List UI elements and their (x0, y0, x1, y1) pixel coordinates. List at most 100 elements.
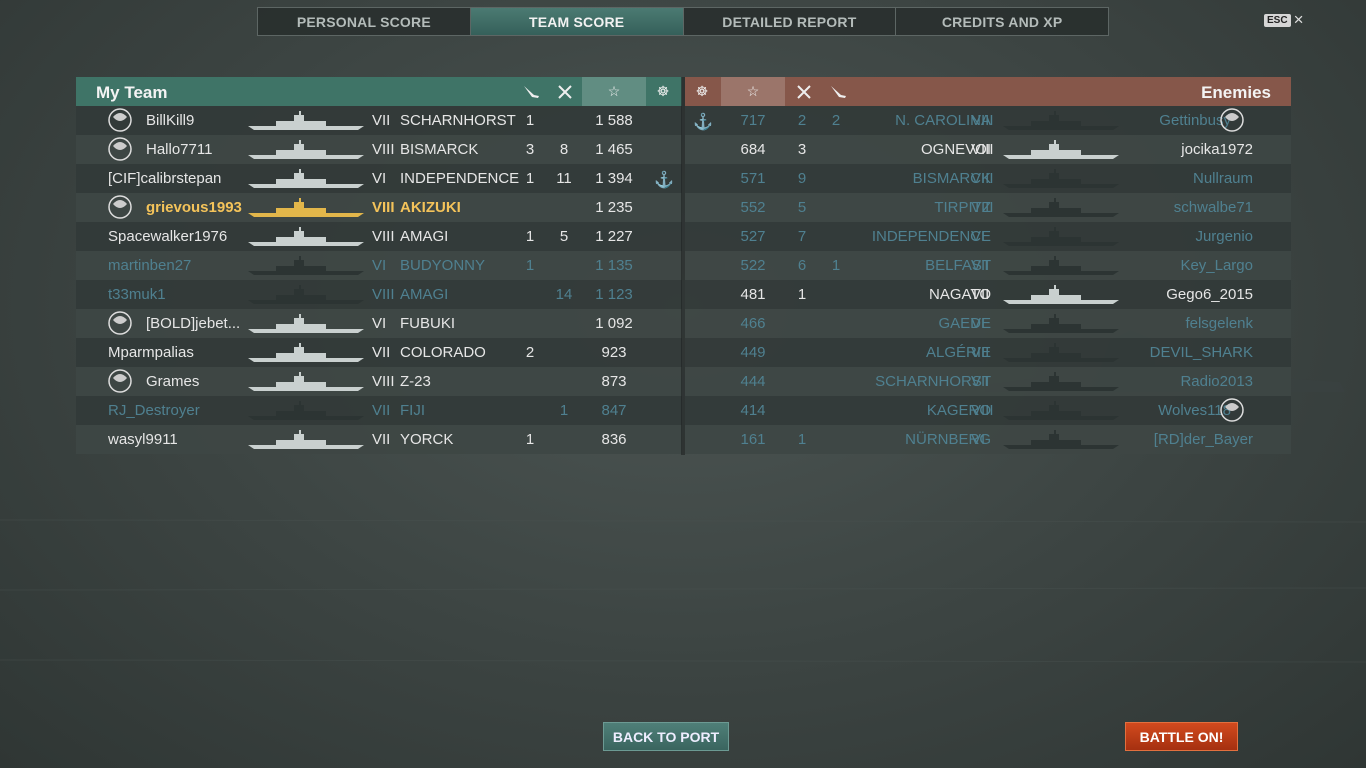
stat-torpedo: 2 (525, 344, 535, 361)
capture-icon[interactable]: ☸ (685, 77, 719, 106)
ship-tier: VII (372, 431, 391, 448)
ship-silhouette-icon (1001, 401, 1121, 421)
ship-tier: VIII (971, 141, 994, 158)
player-row[interactable]: [CIF]calibrstepan VI INDEPENDENCE 1 11 1 394 ⚓ (76, 164, 682, 193)
player-row[interactable]: 522 6 1 BELFAST VII Key_Largo (685, 251, 1291, 280)
rank-badge-icon (106, 136, 134, 163)
player-score: 1 092 (595, 315, 633, 332)
torpedo-icon[interactable] (821, 77, 855, 106)
player-name: t33muk1 (108, 286, 166, 303)
player-score: 873 (601, 373, 627, 390)
player-row[interactable]: 527 7 INDEPENDENCE VI Jurgenio (685, 222, 1291, 251)
battle-on-button[interactable]: BATTLE ON! (1125, 722, 1238, 751)
close-button[interactable]: ESC × (1264, 11, 1304, 28)
ship-silhouette-icon (246, 227, 366, 247)
ship-tier: VIII (372, 141, 395, 158)
stat-planes: 1 (797, 431, 807, 448)
tab-detailed-report[interactable]: DETAILED REPORT (684, 8, 897, 35)
ship-silhouette-icon (1001, 314, 1121, 334)
player-row[interactable]: 571 9 BISMARCK VIII Nullraum (685, 164, 1291, 193)
player-score: 449 (740, 344, 766, 361)
ship-silhouette-icon (1001, 285, 1121, 305)
stat-planes: 1 (559, 402, 569, 419)
ship-name: AMAGI (400, 228, 449, 245)
stat-torpedo: 1 (525, 228, 535, 245)
player-row[interactable]: 449 ALGÉRIE VII DEVIL_SHARK (685, 338, 1291, 367)
player-score: 1 465 (595, 141, 633, 158)
player-score: 1 135 (595, 257, 633, 274)
stat-planes: 14 (555, 286, 573, 303)
player-row[interactable]: Grames VIII Z-23 873 (76, 367, 682, 396)
player-row[interactable]: 552 5 TIRPITZ VIII schwalbe71 (685, 193, 1291, 222)
ship-silhouette-icon (1001, 169, 1121, 189)
capture-icon[interactable]: ☸ (646, 77, 680, 106)
player-row[interactable]: BillKill9 VII SCHARNHORST 1 1 588 (76, 106, 682, 135)
rank-badge-icon (1218, 397, 1246, 424)
back-to-port-button[interactable]: BACK TO PORT (603, 722, 729, 751)
player-name: [BOLD]jebet... (146, 315, 241, 332)
player-row[interactable]: wasyl9911 VII YORCK 1 836 (76, 425, 682, 454)
player-row[interactable]: t33muk1 VIII AMAGI 14 1 123 (76, 280, 682, 309)
ship-tier: VIII (372, 228, 395, 245)
stat-planes: 9 (797, 170, 807, 187)
ship-tier: VII (372, 112, 391, 129)
ship-silhouette-icon (1001, 256, 1121, 276)
player-row[interactable]: 684 3 OGNEVOI VIII jocika1972 (685, 135, 1291, 164)
my-team-title: My Team (96, 83, 168, 102)
stat-planes: 6 (797, 257, 807, 274)
star-icon[interactable]: ☆ (721, 77, 785, 106)
ship-silhouette-icon (1001, 198, 1121, 218)
tab-credits-and-xp[interactable]: CREDITS AND XP (896, 8, 1108, 35)
tab-team-score[interactable]: TEAM SCORE (470, 8, 684, 35)
player-row[interactable]: Hallo7711 VIII BISMARCK 3 8 1 465 (76, 135, 682, 164)
player-row[interactable]: Mparmpalias VII COLORADO 2 923 (76, 338, 682, 367)
crossed-planes-icon[interactable] (548, 77, 582, 106)
stat-planes: 7 (797, 228, 807, 245)
player-score: 836 (601, 431, 627, 448)
player-score: 847 (601, 402, 627, 419)
capture-anchor-icon: ⚓ (654, 172, 674, 189)
player-row[interactable]: ⚓ 717 2 2 N. CAROLINA VIII Gettinbusy (685, 106, 1291, 135)
torpedo-icon[interactable] (514, 77, 548, 106)
player-name: Key_Largo (1180, 257, 1253, 274)
enemies-header: ☸ ☆ Enemies (685, 77, 1291, 106)
player-row[interactable]: martinben27 VI BUDYONNY 1 1 135 (76, 251, 682, 280)
player-row[interactable]: grievous1993 VIII AKIZUKI 1 235 (76, 193, 682, 222)
ship-silhouette-icon (1001, 343, 1121, 363)
player-row[interactable]: 161 1 NÜRNBERG VI [RD]der_Bayer (685, 425, 1291, 454)
crossed-planes-icon[interactable] (787, 77, 821, 106)
ship-silhouette-icon (246, 256, 366, 276)
ship-tier: VII (971, 286, 990, 303)
star-icon[interactable]: ☆ (582, 77, 646, 106)
ship-tier: VII (971, 257, 990, 274)
enemy-rows: ⚓ 717 2 2 N. CAROLINA VIII Gettinbusy 684 3 OGNEV… (685, 106, 1291, 454)
ship-name: AKIZUKI (400, 199, 461, 216)
player-row[interactable]: 466 GAEDE VI felsgelenk (685, 309, 1291, 338)
my-team-rows: BillKill9 VII SCHARNHORST 1 1 588 Hallo7711 VI… (76, 106, 682, 454)
player-score: 1 588 (595, 112, 633, 129)
ship-name: FUBUKI (400, 315, 456, 332)
ship-tier: VIII (372, 286, 395, 303)
player-score: 1 227 (595, 228, 633, 245)
ship-silhouette-icon (246, 401, 366, 421)
player-score: 527 (740, 228, 766, 245)
player-row[interactable]: RJ_Destroyer VII FIJI 1 847 (76, 396, 682, 425)
player-row[interactable]: 481 1 NAGATO VII Gego6_2015 (685, 280, 1291, 309)
player-name: Gego6_2015 (1166, 286, 1253, 303)
ship-silhouette-icon (246, 111, 366, 131)
stat-torpedo: 3 (525, 141, 535, 158)
tab-personal-score[interactable]: PERSONAL SCORE (258, 8, 471, 35)
enemies-title: Enemies (1201, 83, 1271, 102)
ship-tier: VII (372, 402, 391, 419)
player-row[interactable]: 444 SCHARNHORST VII Radio2013 (685, 367, 1291, 396)
ship-tier: VI (971, 315, 986, 332)
player-name: RJ_Destroyer (108, 402, 200, 419)
ship-name: FIJI (400, 402, 425, 419)
ship-silhouette-icon (246, 169, 366, 189)
player-row[interactable]: [BOLD]jebet... VI FUBUKI 1 092 (76, 309, 682, 338)
player-row[interactable]: 414 KAGERO VIII Wolves118 (685, 396, 1291, 425)
ship-silhouette-icon (1001, 111, 1121, 131)
player-row[interactable]: Spacewalker1976 VIII AMAGI 1 5 1 227 (76, 222, 682, 251)
ship-silhouette-icon (246, 430, 366, 450)
player-score: 717 (740, 112, 766, 129)
